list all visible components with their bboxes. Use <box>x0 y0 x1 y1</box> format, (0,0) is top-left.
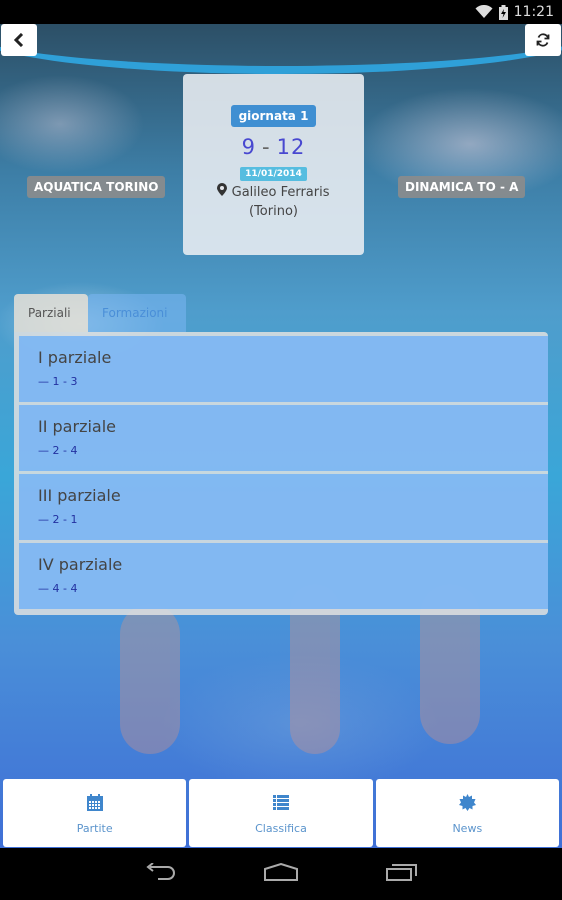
certificate-icon <box>458 792 476 814</box>
nav-partite-button[interactable]: Partite <box>3 779 187 847</box>
home-score: 9 <box>241 135 257 159</box>
refresh-icon <box>536 33 550 47</box>
partial-score: — 4 - 4 <box>38 582 78 595</box>
partial-title: IV parziale <box>38 555 123 574</box>
partial-title: III parziale <box>38 486 121 505</box>
tab-parziali[interactable]: Parziali <box>14 294 88 332</box>
nav-classifica-button[interactable]: Classifica <box>189 779 373 847</box>
away-score: 12 <box>276 135 306 159</box>
status-bar: 11:21 <box>0 0 562 24</box>
back-button[interactable] <box>1 24 37 56</box>
bottom-nav: Partite Classifica News <box>0 779 562 847</box>
partial-score: — 1 - 3 <box>38 375 78 388</box>
clock: 11:21 <box>513 4 554 20</box>
system-nav-bar <box>0 848 562 900</box>
round-badge: giornata 1 <box>230 105 317 127</box>
refresh-button[interactable] <box>525 24 561 56</box>
nav-news-button[interactable]: News <box>375 779 559 847</box>
nav-label: Classifica <box>255 821 307 835</box>
match-score: 9-12 <box>183 135 364 159</box>
partial-title: II parziale <box>38 417 116 436</box>
partials-panel: I parziale — 1 - 3 II parziale — 2 - 4 I… <box>14 332 548 615</box>
list-item[interactable]: I parziale — 1 - 3 <box>19 336 548 402</box>
partial-title: I parziale <box>38 348 112 367</box>
home-icon <box>264 862 298 881</box>
recents-icon <box>386 864 417 881</box>
calendar-icon <box>86 792 103 814</box>
list-item[interactable]: II parziale — 2 - 4 <box>19 405 548 471</box>
venue-city: (Torino) <box>249 204 298 219</box>
venue: Galileo Ferraris (Torino) <box>183 183 364 221</box>
partial-score: — 2 - 4 <box>38 444 78 457</box>
background-photo: giornata 1 9-12 11/01/2014 Galileo Ferra… <box>0 24 562 848</box>
partial-score: — 2 - 1 <box>38 513 78 526</box>
list-item[interactable]: IV parziale — 4 - 4 <box>19 543 548 609</box>
match-card: giornata 1 9-12 11/01/2014 Galileo Ferra… <box>183 74 364 255</box>
pool-rim <box>0 24 562 74</box>
swimmer-leg <box>120 604 180 754</box>
chevron-left-icon <box>13 33 24 47</box>
system-recents-button[interactable] <box>386 863 418 885</box>
venue-name: Galileo Ferraris <box>231 185 330 200</box>
tab-formazioni[interactable]: Formazioni <box>88 294 186 332</box>
wifi-icon <box>475 5 493 19</box>
list-icon <box>272 792 289 814</box>
system-back-button[interactable] <box>144 862 176 885</box>
score-separator: - <box>262 135 271 159</box>
match-date: 11/01/2014 <box>240 167 307 181</box>
nav-label: Partite <box>76 821 113 835</box>
tab-bar: Parziali Formazioni <box>14 294 186 332</box>
list-item[interactable]: III parziale — 2 - 1 <box>19 474 548 540</box>
back-arrow-icon <box>146 862 175 880</box>
nav-label: News <box>452 821 483 835</box>
away-team[interactable]: DINAMICA TO - A <box>398 176 526 198</box>
battery-charging-icon <box>498 4 508 20</box>
system-home-button[interactable] <box>264 862 298 885</box>
home-team[interactable]: AQUATICA TORINO <box>27 176 166 198</box>
map-marker-icon <box>217 183 228 196</box>
